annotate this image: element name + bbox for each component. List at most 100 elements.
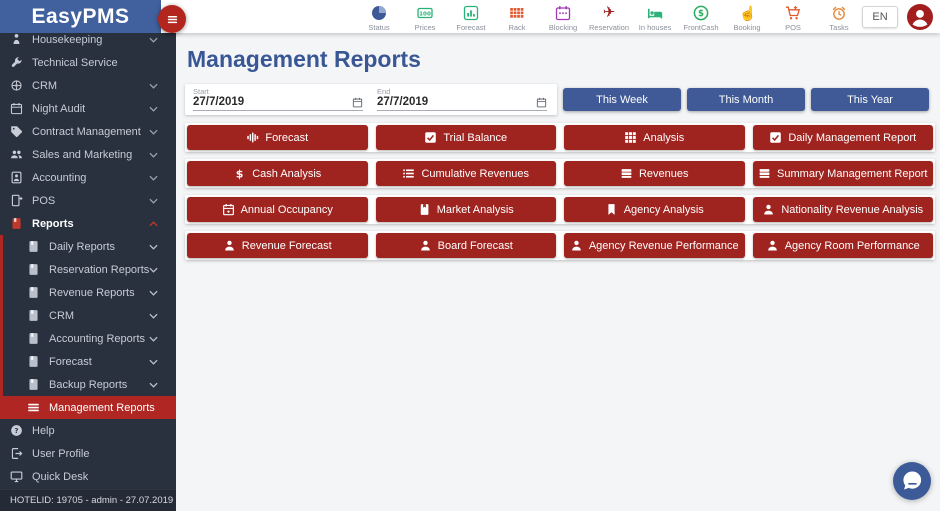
report-button-label: Analysis [643,132,684,144]
report-button-revenues[interactable]: Revenues [564,161,745,186]
toolbar-item-prices[interactable]: 100Prices [402,2,448,32]
start-date-value[interactable]: 27/7/2019 [193,96,244,108]
sidebar-item-reports[interactable]: Reports [0,212,176,235]
this-month-button[interactable]: This Month [687,88,805,111]
toolbar-item-in-houses[interactable]: In houses [632,2,678,32]
language-button[interactable]: EN [862,6,898,28]
end-datepicker-icon[interactable] [536,97,547,108]
sidebar-item-label: CRM [49,310,74,322]
toolbar-item-label: Prices [415,23,436,32]
toolbar-item-tasks[interactable]: Tasks [816,2,862,32]
frontcash-dollar-icon: $ [693,5,709,21]
hamburger-menu-button[interactable] [158,5,186,33]
sidebar-item-accounting[interactable]: Accounting [0,166,176,189]
toolbar-item-frontcash[interactable]: $FrontCash [678,2,724,32]
sidebar-item-crm[interactable]: CRM [0,304,176,327]
toolbar-item-label: Booking [733,23,760,32]
toolbar-item-forecast[interactable]: Forecast [448,2,494,32]
toolbar-item-label: Status [368,23,389,32]
user-avatar-button[interactable] [907,4,933,30]
helm-icon [10,79,23,92]
sidebar-item-label: Contract Management [32,126,141,138]
chevron-down-icon [149,83,158,89]
person-pin-icon [10,33,23,46]
start-date-input[interactable]: Start 27/7/2019 [193,87,363,115]
report-button-cumulative-revenues[interactable]: Cumulative Revenues [376,161,557,186]
sidebar-item-sales-and-marketing[interactable]: Sales and Marketing [0,143,176,166]
report-button-forecast[interactable]: Forecast [187,125,368,150]
sidebar-item-night-audit[interactable]: Night Audit [0,97,176,120]
chevron-down-icon [149,290,158,296]
sidebar-item-daily-reports[interactable]: Daily Reports [0,235,176,258]
sidebar-item-pos[interactable]: POS [0,189,176,212]
chevron-down-icon [149,106,158,112]
date-range-card: Start 27/7/2019 End 27/7/2019 [185,84,557,115]
report-button-revenue-forecast[interactable]: Revenue Forecast [187,233,368,258]
end-date-input[interactable]: End 27/7/2019 [377,87,547,115]
toolbar-item-booking[interactable]: ☝Booking [724,2,770,32]
sidebar-item-management-reports[interactable]: Management Reports [0,396,176,419]
blocking-calendar-icon [555,5,571,21]
sidebar-item-label: Help [32,425,55,437]
this-year-button[interactable]: This Year [811,88,929,111]
report-button-nationality-revenue-analysis[interactable]: Nationality Revenue Analysis [753,197,934,222]
sidebar-item-label: Night Audit [32,103,85,115]
toolbar-item-label: In houses [639,23,672,32]
report-row: Forecast Trial Balance Analysis Daily Manag… [185,123,935,152]
toolbar-item-label: Blocking [549,23,577,32]
end-date-value[interactable]: 27/7/2019 [377,96,428,108]
chevron-down-icon [149,198,158,204]
hamburger-icon [165,12,180,27]
report-button-agency-analysis[interactable]: Agency Analysis [564,197,745,222]
toolbar-item-reservation[interactable]: ✈Reservation [586,2,632,32]
sidebar-item-forecast[interactable]: Forecast [0,350,176,373]
help-icon: ? [10,424,23,437]
report-button-trial-balance[interactable]: Trial Balance [376,125,557,150]
report-button-agency-room-performance[interactable]: Agency Room Performance [753,233,934,258]
report-button-daily-management-report[interactable]: Daily Management Report [753,125,934,150]
sidebar-item-reservation-reports[interactable]: Reservation Reports [0,258,176,281]
report-button-analysis[interactable]: Analysis [564,125,745,150]
report-button-label: Revenue Forecast [242,240,332,252]
toolbar-item-blocking[interactable]: Blocking [540,2,586,32]
sidebar-item-label: User Profile [32,448,89,460]
report-button-label: Cash Analysis [252,168,321,180]
sidebar-item-revenue-reports[interactable]: Revenue Reports [0,281,176,304]
report-button-board-forecast[interactable]: Board Forecast [376,233,557,258]
sidebar-item-help[interactable]: ? Help [0,419,176,442]
this-week-button[interactable]: This Week [563,88,681,111]
report-button-label: Market Analysis [437,204,514,216]
toolbar-item-rack[interactable]: Rack [494,2,540,32]
sidebar-footer-status: HOTELID: 19705 - admin - 27.07.2019 [0,489,176,511]
sidebar-item-label: Backup Reports [49,379,127,391]
door-icon [10,194,23,207]
sidebar-item-quick-desk[interactable]: Quick Desk [0,465,176,488]
sidebar-item-label: Quick Desk [32,471,88,483]
sidebar-item-backup-reports[interactable]: Backup Reports [0,373,176,396]
svg-text:?: ? [15,427,19,435]
chat-button[interactable] [893,462,931,500]
toolbar-item-pos[interactable]: POS [770,2,816,32]
sidebar-item-label: Forecast [49,356,92,368]
sidebar-item-contract-management[interactable]: Contract Management [0,120,176,143]
sidebar-item-housekeeping[interactable]: Housekeeping [0,33,176,51]
sidebar-item-crm[interactable]: CRM [0,74,176,97]
report-button-cash-analysis[interactable]: $Cash Analysis [187,161,368,186]
sidebar-item-technical-service[interactable]: Technical Service [0,51,176,74]
sidebar-item-label: Management Reports [49,402,155,414]
book-icon [10,217,23,230]
report-button-agency-revenue-performance[interactable]: Agency Revenue Performance [564,233,745,258]
start-datepicker-icon[interactable] [352,97,363,108]
toolbar-item-status[interactable]: Status [356,2,402,32]
sidebar-item-label: Daily Reports [49,241,115,253]
chevron-down-icon [149,152,158,158]
report-button-summary-management-report[interactable]: Summary Management Report [753,161,934,186]
report-button-annual-occupancy[interactable]: Annual Occupancy [187,197,368,222]
top-header: EasyPMS Status100PricesForecastRackBlock… [0,0,940,33]
report-button-market-analysis[interactable]: Market Analysis [376,197,557,222]
sidebar-item-label: Accounting [32,172,86,184]
report-button-label: Forecast [265,132,308,144]
sidebar-item-accounting-reports[interactable]: Accounting Reports [0,327,176,350]
sidebar-item-label: Housekeeping [32,34,102,46]
sidebar-item-user-profile[interactable]: User Profile [0,442,176,465]
